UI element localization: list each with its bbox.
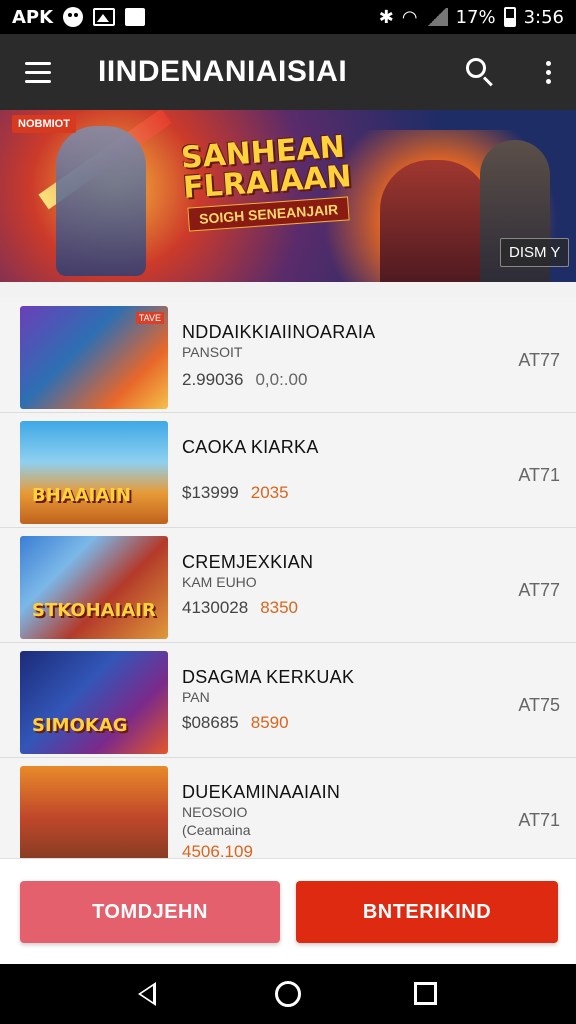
item-meta: AT75 — [518, 695, 560, 715]
item-price: $08685 8590 — [182, 713, 289, 732]
list-item[interactable]: STKOHAIAIR CREMJEXKIAN KAM EUHO 4130028 8… — [0, 528, 576, 643]
item-price: $13999 2035 — [182, 483, 289, 502]
list-item[interactable]: BHAAIAIN CAOKA KIARKA $13999 2035 AT71 — [0, 413, 576, 528]
notification-icon — [125, 8, 146, 26]
secondary-action-button[interactable]: TOMDJEHN — [20, 881, 280, 943]
item-price: 2.99036 0,0:.00 — [182, 370, 308, 389]
signal-icon — [425, 8, 448, 26]
item-subtitle: PANSOIT — [182, 344, 243, 360]
game-thumbnail: BHAAIAIN — [20, 421, 168, 524]
game-thumbnail: SIMOKAG — [20, 651, 168, 754]
item-title: CREMJEXKIAN — [182, 552, 314, 572]
action-bar: TOMDJEHN BNTERIKIND — [0, 858, 576, 964]
battery-icon — [503, 7, 516, 27]
list-item[interactable]: TAVE NDDAIKKIAIINOARAIA PANSOIT 2.99036 0… — [0, 298, 576, 413]
item-subtitle: NEOSOIO — [182, 804, 248, 820]
item-subtitle: (Ceamaina — [182, 822, 251, 838]
status-time: 3:56 — [523, 6, 564, 28]
item-subtitle: KAM EUHO — [182, 574, 257, 590]
item-subtitle: PAN — [182, 689, 210, 705]
image-icon — [93, 8, 116, 26]
item-price: 4506.109 — [182, 842, 253, 858]
game-thumbnail — [20, 766, 168, 858]
game-thumbnail: STKOHAIAIR — [20, 536, 168, 639]
item-meta: AT71 — [518, 465, 560, 485]
menu-icon[interactable] — [0, 34, 76, 110]
hero-figure — [56, 126, 146, 276]
list-item[interactable]: SIMOKAG DSAGMA KERKUAK PAN $08685 8590 AT… — [0, 643, 576, 758]
item-title: NDDAIKKIAIINOARAIA — [182, 322, 376, 342]
system-nav-bar — [0, 964, 576, 1024]
item-meta: AT77 — [518, 350, 560, 370]
app-bar: IINDENANIAISIAI — [0, 34, 576, 110]
search-icon[interactable] — [462, 54, 498, 90]
item-meta: AT77 — [518, 580, 560, 600]
hero-figure — [380, 160, 490, 282]
back-icon[interactable] — [138, 982, 156, 1006]
home-icon[interactable] — [275, 981, 301, 1007]
more-vert-icon[interactable] — [530, 54, 566, 90]
game-thumbnail: TAVE — [20, 306, 168, 409]
app-title: IINDENANIAISIAI — [98, 55, 348, 88]
dismiss-button[interactable]: DISM Y — [500, 238, 570, 267]
item-title: CAOKA KIARKA — [182, 437, 319, 457]
item-title: DSAGMA KERKUAK — [182, 667, 355, 687]
banner-badge: NOBMIOT — [12, 115, 76, 133]
bluetooth-icon: ✱ — [378, 6, 394, 28]
banner-title: SANHEAN FLRAIAAN — [179, 129, 353, 206]
promo-banner[interactable]: NOBMIOT SANHEAN FLRAIAAN SOIGH SENEANJAI… — [0, 110, 576, 282]
face-icon — [63, 7, 84, 27]
recents-icon[interactable] — [414, 982, 437, 1005]
wifi-icon: ◠ — [401, 6, 418, 28]
item-price: 4130028 8350 — [182, 598, 299, 617]
item-title: DUEKAMINAAIAIN — [182, 782, 341, 802]
primary-action-button[interactable]: BNTERIKIND — [296, 881, 558, 943]
item-meta: AT71 — [518, 810, 560, 830]
list-item[interactable]: DUEKAMINAAIAIN NEOSOIO (Ceamaina 4506.10… — [0, 758, 576, 858]
battery-percent: 17% — [455, 6, 496, 28]
status-label: APK — [12, 6, 54, 28]
game-list: TAVE NDDAIKKIAIINOARAIA PANSOIT 2.99036 0… — [0, 282, 576, 858]
status-bar: APK ✱ ◠ 17% 3:56 — [0, 0, 576, 34]
